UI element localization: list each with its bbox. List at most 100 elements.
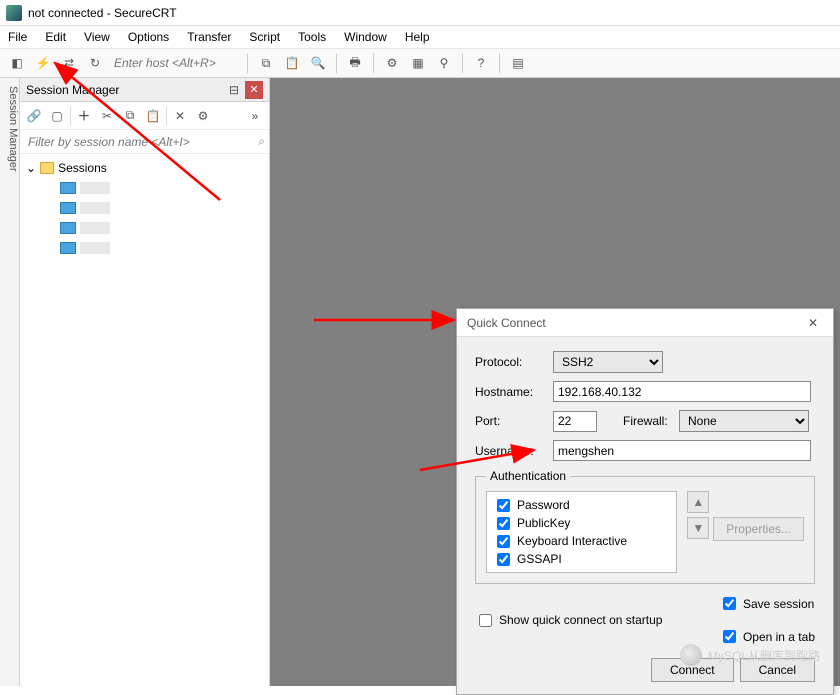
open-in-tab-checkbox[interactable]: Open in a tab: [719, 627, 815, 646]
panel-toolbar: 🔗 ▢ ＋ ✂ ⧉ 📋 ✕ ⚙ »: [20, 102, 269, 130]
separator: [373, 53, 374, 73]
properties-button: Properties...: [713, 517, 804, 541]
session-item[interactable]: [26, 198, 263, 218]
session-manager-toggle-icon[interactable]: ◧: [6, 52, 28, 74]
sftp-icon[interactable]: ▤: [507, 52, 529, 74]
host-input[interactable]: [110, 53, 240, 73]
auth-publickey[interactable]: PublicKey: [493, 514, 670, 532]
reconnect-icon[interactable]: ⇄: [58, 52, 80, 74]
filter-input[interactable]: [24, 132, 258, 152]
panel-title: Session Manager: [26, 83, 119, 97]
overflow-icon[interactable]: »: [245, 106, 265, 126]
app-icon: [6, 5, 22, 21]
tree-root-label: Sessions: [58, 161, 107, 175]
tree-root[interactable]: ⌄ Sessions: [26, 158, 263, 178]
sidebar-tab[interactable]: Session Manager: [0, 78, 20, 686]
session-tree[interactable]: ⌄ Sessions: [20, 154, 269, 262]
menu-tools[interactable]: Tools: [298, 30, 326, 44]
auth-keyboard[interactable]: Keyboard Interactive: [493, 532, 670, 550]
session-label: [80, 222, 110, 234]
separator: [70, 107, 71, 125]
username-input[interactable]: [553, 440, 811, 461]
move-up-button[interactable]: ▲: [687, 491, 709, 513]
menu-script[interactable]: Script: [249, 30, 280, 44]
hostname-input[interactable]: [553, 381, 811, 402]
protocol-label: Protocol:: [475, 355, 553, 369]
session-options-icon[interactable]: ▦: [407, 52, 429, 74]
menu-transfer[interactable]: Transfer: [187, 30, 231, 44]
session-manager-panel: Session Manager ⊟ ✕ 🔗 ▢ ＋ ✂ ⧉ 📋 ✕ ⚙ » ⌕ …: [20, 78, 270, 686]
paste-session-icon[interactable]: 📋: [143, 106, 163, 126]
separator: [462, 53, 463, 73]
menu-window[interactable]: Window: [344, 30, 387, 44]
firewall-label: Firewall:: [623, 414, 679, 428]
menu-edit[interactable]: Edit: [45, 30, 66, 44]
auth-keyboard-checkbox[interactable]: [497, 535, 510, 548]
move-down-button[interactable]: ▼: [687, 517, 709, 539]
paste-icon[interactable]: 📋: [281, 52, 303, 74]
search-icon[interactable]: ⌕: [258, 134, 265, 149]
cut-icon[interactable]: ✂: [97, 106, 117, 126]
new-session-icon[interactable]: ＋: [74, 106, 94, 126]
copy-icon[interactable]: ⧉: [255, 52, 277, 74]
close-panel-button[interactable]: ✕: [245, 81, 263, 99]
auth-list[interactable]: Password PublicKey Keyboard Interactive …: [486, 491, 677, 573]
hostname-label: Hostname:: [475, 385, 553, 399]
terminal-icon: [60, 242, 76, 254]
keymap-icon[interactable]: ⚲: [433, 52, 455, 74]
settings-icon[interactable]: ⚙: [381, 52, 403, 74]
auth-publickey-checkbox[interactable]: [497, 517, 510, 530]
print-icon[interactable]: 🖶: [344, 52, 366, 74]
terminal-icon: [60, 202, 76, 214]
reconnect-all-icon[interactable]: ↻: [84, 52, 106, 74]
auth-fieldset: Authentication Password PublicKey Keyboa…: [475, 469, 815, 584]
menu-options[interactable]: Options: [128, 30, 169, 44]
session-item[interactable]: [26, 218, 263, 238]
show-on-startup-checkbox[interactable]: Show quick connect on startup: [475, 594, 662, 646]
menu-view[interactable]: View: [84, 30, 110, 44]
firewall-select[interactable]: None: [679, 410, 809, 432]
menu-help[interactable]: Help: [405, 30, 430, 44]
dialog-title: Quick Connect: [467, 316, 546, 330]
auth-legend: Authentication: [486, 469, 570, 483]
connect-icon[interactable]: 🔗: [24, 106, 44, 126]
copy-session-icon[interactable]: ⧉: [120, 106, 140, 126]
separator: [247, 53, 248, 73]
separator: [166, 107, 167, 125]
save-session-checkbox[interactable]: Save session: [719, 594, 815, 613]
toolbar: ◧ ⚡ ⇄ ↻ ⧉ 📋 🔍 🖶 ⚙ ▦ ⚲ ? ▤: [0, 48, 840, 78]
terminal-icon: [60, 182, 76, 194]
auth-password[interactable]: Password: [493, 496, 670, 514]
session-label: [80, 182, 110, 194]
help-icon[interactable]: ?: [470, 52, 492, 74]
find-icon[interactable]: 🔍: [307, 52, 329, 74]
quick-connect-icon[interactable]: ⚡: [32, 52, 54, 74]
separator: [336, 53, 337, 73]
auth-password-checkbox[interactable]: [497, 499, 510, 512]
window-title: not connected - SecureCRT: [28, 6, 177, 20]
separator: [499, 53, 500, 73]
quick-connect-dialog: Quick Connect ✕ Protocol: SSH2 Hostname:…: [456, 308, 834, 695]
chevron-down-icon[interactable]: ⌄: [26, 161, 36, 175]
session-item[interactable]: [26, 238, 263, 258]
pin-icon[interactable]: ⊟: [225, 81, 243, 99]
session-label: [80, 242, 110, 254]
titlebar: not connected - SecureCRT: [0, 0, 840, 26]
filter-row: ⌕: [20, 130, 269, 154]
cancel-button[interactable]: Cancel: [740, 658, 815, 682]
dialog-close-button[interactable]: ✕: [803, 313, 823, 333]
auth-gssapi-checkbox[interactable]: [497, 553, 510, 566]
protocol-select[interactable]: SSH2: [553, 351, 663, 373]
new-tab-icon[interactable]: ▢: [47, 106, 67, 126]
session-item[interactable]: [26, 178, 263, 198]
terminal-icon: [60, 222, 76, 234]
properties-icon[interactable]: ⚙: [193, 106, 213, 126]
menu-file[interactable]: File: [8, 30, 27, 44]
delete-icon[interactable]: ✕: [170, 106, 190, 126]
port-input[interactable]: [553, 411, 597, 432]
session-label: [80, 202, 110, 214]
connect-button[interactable]: Connect: [651, 658, 734, 682]
port-label: Port:: [475, 414, 553, 428]
auth-gssapi[interactable]: GSSAPI: [493, 550, 670, 568]
panel-header: Session Manager ⊟ ✕: [20, 78, 269, 102]
